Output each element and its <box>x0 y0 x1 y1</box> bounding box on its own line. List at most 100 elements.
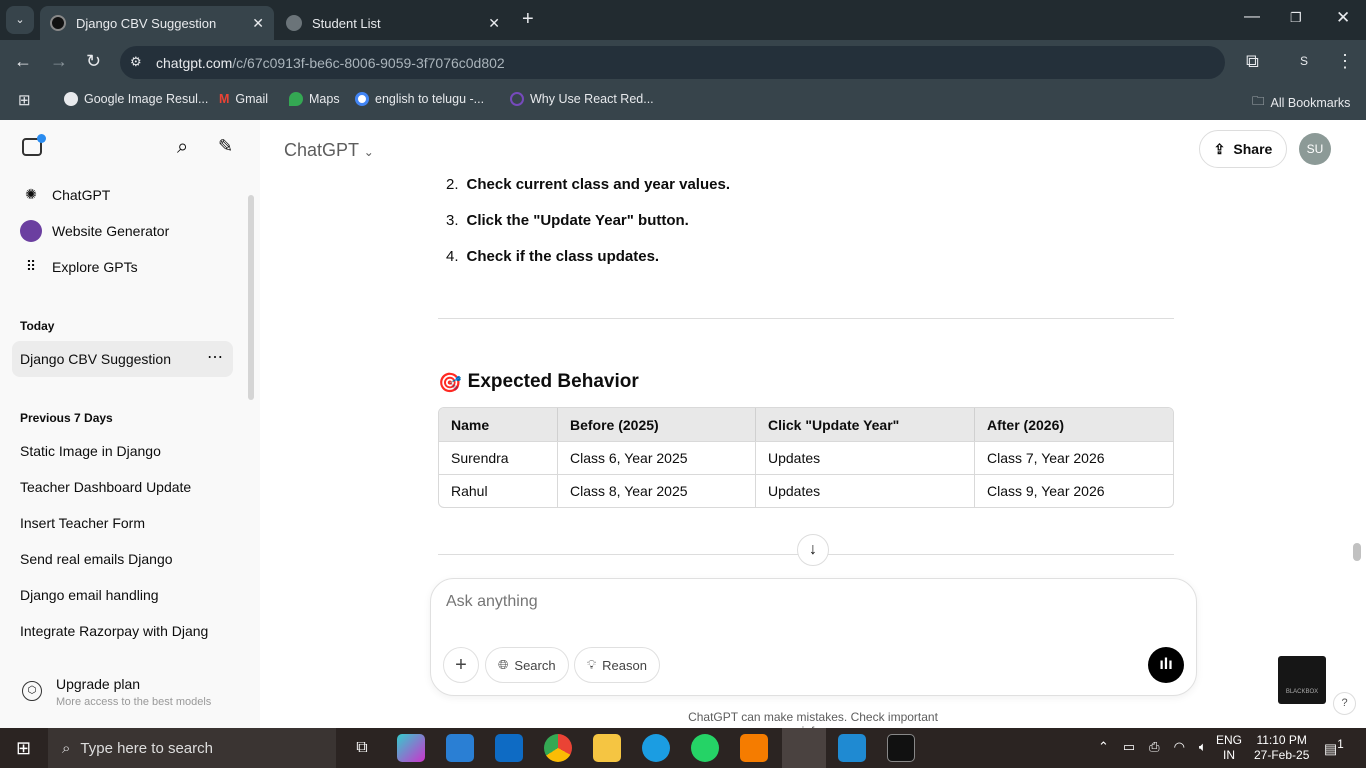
tab-search-button[interactable]: ⌄ <box>6 6 34 34</box>
sidebar-item-chatgpt[interactable]: ✺ ChatGPT <box>20 186 110 203</box>
chat-item[interactable]: Static Image in Django <box>20 443 210 459</box>
new-chat-icon[interactable]: ✎ <box>218 136 233 157</box>
help-button[interactable]: ? <box>1333 692 1356 715</box>
close-window-button[interactable]: ✕ <box>1336 8 1350 28</box>
sidebar-item-website-generator[interactable]: Website Generator <box>20 220 169 242</box>
share-button[interactable]: ⇪ Share <box>1199 130 1287 168</box>
steps-list: 2. Check current class and year values. 3… <box>446 176 730 265</box>
blackbox-widget[interactable]: BLACKBOX <box>1278 656 1326 704</box>
divider <box>438 318 1174 319</box>
bookmark-gmail[interactable]: M Gmail <box>219 92 268 106</box>
reason-button[interactable]: 💡︎ Reason <box>574 647 660 683</box>
task-view-icon[interactable]: ⧉ <box>348 734 376 762</box>
tab-django-cbv[interactable]: Django CBV Suggestion ✕ <box>40 6 274 40</box>
chrome-active-icon[interactable] <box>782 728 826 768</box>
edge-icon[interactable] <box>642 734 670 762</box>
user-avatar[interactable]: SU <box>1299 133 1331 165</box>
expected-behavior-table: Name Before (2025) Click "Update Year" Afte… <box>438 407 1174 508</box>
upgrade-icon: ⬡ <box>22 681 42 701</box>
folder-icon: 🗀 <box>1252 94 1265 108</box>
share-icon: ⇪ <box>1213 140 1226 157</box>
back-icon[interactable]: ← <box>14 51 32 72</box>
model-selector[interactable]: ChatGPT ⌄ <box>284 140 374 161</box>
section-previous-7-days: Previous 7 Days <box>20 411 113 425</box>
waveform-icon: ılı <box>1159 656 1173 673</box>
gmail-icon: M <box>219 92 230 106</box>
bookmark-maps[interactable]: Maps <box>289 92 340 106</box>
store-icon[interactable] <box>446 734 474 762</box>
restore-button[interactable]: ❐ <box>1290 10 1302 26</box>
bookmark-english-telugu[interactable]: english to telugu -... <box>355 92 484 106</box>
attach-button[interactable]: + <box>443 647 479 683</box>
sidebar-toggle-icon[interactable] <box>22 134 46 156</box>
more-options-icon[interactable]: ⋯ <box>207 347 223 367</box>
extensions-icon[interactable]: ⧉ <box>1246 51 1259 72</box>
bookmark-google-image[interactable]: Google Image Resul... <box>64 92 208 106</box>
whatsapp-icon[interactable] <box>691 734 719 762</box>
outlook-icon[interactable] <box>495 734 523 762</box>
close-tab-icon[interactable]: ✕ <box>252 15 264 32</box>
tab-strip: ⌄ Django CBV Suggestion ✕ Student List ✕ +… <box>0 0 1366 40</box>
bookmark-react-redux[interactable]: Why Use React Red... <box>510 92 654 106</box>
maps-icon <box>289 92 303 106</box>
vscode-icon[interactable] <box>838 734 866 762</box>
main-scrollbar[interactable] <box>1353 543 1361 561</box>
website-generator-icon <box>20 220 42 242</box>
search-icon: ⌕ <box>62 739 71 757</box>
table-row: Rahul Class 8, Year 2025 Updates Class 9, Y… <box>439 474 1173 507</box>
windows-start-icon[interactable]: ⊞ <box>16 738 31 759</box>
profile-avatar[interactable]: S <box>1300 54 1308 68</box>
search-button[interactable]: 🌐︎ Search <box>485 647 569 683</box>
menu-icon[interactable]: ⋮ <box>1336 51 1354 72</box>
chatgpt-logo-icon: ✺ <box>25 186 37 202</box>
taskbar: ⊞ ⌕ Type here to search ENG IN 11:10 PM 27-… <box>0 728 1366 768</box>
table-header-row: Name Before (2025) Click "Update Year" Afte… <box>439 408 1173 441</box>
target-icon: 🎯 <box>438 373 462 394</box>
chat-item[interactable]: Teacher Dashboard Update <box>20 479 210 495</box>
globe-icon: 🌐︎ <box>498 657 509 672</box>
address-bar[interactable]: ⚙ chatgpt.com/c/67c0913f-be6c-8006-9059-… <box>120 46 1225 79</box>
forward-icon[interactable]: → <box>50 51 68 72</box>
message-input[interactable] <box>446 593 1146 611</box>
upgrade-plan-button[interactable]: ⬡ Upgrade plan More access to the best mo… <box>22 676 211 708</box>
system-tray-icons[interactable]: ⌃▭⎙◠🔈︎ <box>1098 739 1221 755</box>
chat-item[interactable]: Insert Teacher Form <box>20 515 210 531</box>
globe-icon <box>286 15 302 31</box>
chatgpt-favicon-icon <box>50 15 66 31</box>
chevron-down-icon: ⌄ <box>363 145 374 159</box>
copilot-icon[interactable] <box>397 734 425 762</box>
site-info-icon[interactable]: ⚙ <box>130 54 142 70</box>
section-today: Today <box>20 319 55 333</box>
chat-item[interactable]: Django email handling <box>20 587 210 603</box>
grid-icon: ⠿ <box>25 258 37 274</box>
voice-mode-button[interactable]: ılı <box>1148 647 1184 683</box>
xampp-icon[interactable] <box>740 734 768 762</box>
section-heading: 🎯 Expected Behavior <box>438 371 639 394</box>
plus-icon: + <box>455 653 467 676</box>
scroll-down-button[interactable]: ↓ <box>797 534 829 566</box>
lightbulb-icon: 💡︎ <box>587 657 597 672</box>
new-tab-button[interactable]: + <box>522 8 534 31</box>
taskbar-search[interactable]: ⌕ Type here to search <box>48 728 336 768</box>
all-bookmarks[interactable]: 🗀 All Bookmarks <box>1252 92 1350 113</box>
notifications-icon[interactable]: ▤1 <box>1324 738 1344 758</box>
table-row: Surendra Class 6, Year 2025 Updates Class 7… <box>439 441 1173 474</box>
close-tab-icon[interactable]: ✕ <box>488 15 500 32</box>
sidebar-item-explore-gpts[interactable]: ⠿ Explore GPTs <box>20 258 138 275</box>
search-icon[interactable]: ⌕ <box>177 136 188 159</box>
reload-icon[interactable]: ↻ <box>86 51 101 72</box>
chat-item[interactable]: Send real emails Django <box>20 551 210 567</box>
google-icon <box>355 92 369 106</box>
chat-item[interactable]: Integrate Razorpay with Django <box>20 623 208 639</box>
tab-student-list[interactable]: Student List ✕ <box>276 6 510 40</box>
chat-item-active[interactable]: Django CBV Suggestion ⋯ <box>12 341 233 377</box>
file-explorer-icon[interactable] <box>593 734 621 762</box>
minimize-button[interactable]: — <box>1244 8 1260 26</box>
terminal-icon[interactable] <box>887 734 915 762</box>
clock[interactable]: 11:10 PM 27-Feb-25 <box>1254 733 1309 763</box>
sidebar-scrollbar[interactable] <box>248 195 254 400</box>
apps-grid-icon[interactable]: ⊞ <box>18 91 31 109</box>
globe-icon <box>64 92 78 106</box>
sidebar: ⌕ ✎ ✺ ChatGPT Website Generator ⠿ Explore … <box>0 120 260 728</box>
chrome-icon[interactable] <box>544 734 572 762</box>
